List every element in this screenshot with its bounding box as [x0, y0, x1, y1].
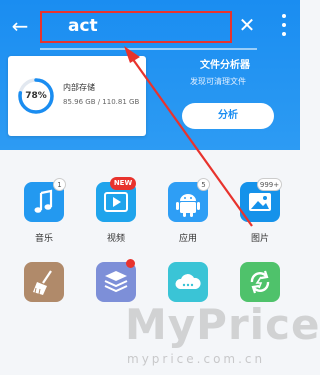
- sync-icon: [250, 270, 270, 294]
- search-input[interactable]: act: [68, 16, 98, 36]
- broom-icon: [33, 270, 52, 295]
- tool-sync[interactable]: [240, 262, 280, 302]
- storage-title: 内部存储: [63, 83, 95, 92]
- category-images-label: 图片: [250, 234, 269, 244]
- search-highlight-box: act: [40, 11, 232, 43]
- category-music-badge: 1: [53, 178, 66, 191]
- watermark: MyPrice: [125, 300, 320, 349]
- header: ← act ✕ 78% 内部存储 85.96 GB / 110.81 GB 文件…: [0, 0, 300, 150]
- storage-card[interactable]: 78% 内部存储 85.96 GB / 110.81 GB: [8, 56, 146, 136]
- analyzer-subtitle: 发现可清理文件: [190, 77, 246, 86]
- tool-cloud[interactable]: [168, 262, 208, 302]
- storage-layers-icon: [104, 271, 128, 293]
- tool-storage[interactable]: [96, 262, 136, 302]
- category-video-badge: NEW: [110, 177, 136, 190]
- search-underline: [40, 48, 257, 50]
- more-menu-icon[interactable]: [276, 12, 292, 38]
- analyze-button[interactable]: 分析: [182, 103, 274, 129]
- category-apps-label: 应用: [178, 234, 197, 244]
- category-video-label: 视频: [106, 234, 125, 244]
- storage-ring-icon: [18, 78, 54, 114]
- category-apps-badge: 5: [197, 178, 210, 191]
- notification-dot: [126, 259, 135, 268]
- category-music-label: 音乐: [34, 234, 53, 244]
- tool-cleaner[interactable]: [24, 262, 64, 302]
- category-images-badge: 999+: [257, 178, 282, 191]
- analyzer-title: 文件分析器: [200, 60, 250, 71]
- back-arrow-icon[interactable]: ←: [8, 14, 32, 38]
- storage-size: 85.96 GB / 110.81 GB: [63, 98, 140, 106]
- watermark-url: myprice.com.cn: [127, 352, 266, 366]
- close-icon[interactable]: ✕: [236, 14, 258, 36]
- cloud-icon: [175, 274, 201, 289]
